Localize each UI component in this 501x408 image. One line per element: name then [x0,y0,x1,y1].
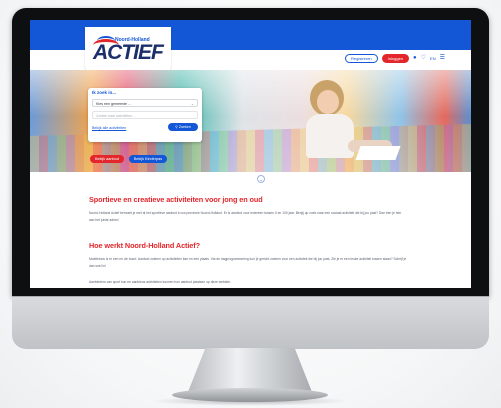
header-actions: Registreren Inloggen ● ♡ EN ☰ [344,53,445,63]
hero-girl-face [317,90,339,114]
logo-wordmark: ACTIEF [93,41,164,64]
monitor-stand-base [172,388,328,402]
login-button[interactable]: Inloggen [381,53,410,63]
section-text-how: Moeiteloos is er een rm de buurt. Aanbod… [89,257,407,268]
register-button[interactable]: Registreren [344,53,378,63]
search-button[interactable]: ⚲ Zoeken [168,123,198,131]
section-title-activities: Sportieve en creatieve activiteiten voor… [89,195,263,204]
monitor-chin [12,296,489,349]
search-title: Ik zoek in... [92,90,117,95]
language-switch[interactable]: EN [430,56,436,61]
menu-icon[interactable]: ☰ [440,55,445,61]
monitor-stand-neck [188,348,312,392]
browser-screen: Noord-Holland ACTIEF Registreren Inlogge… [30,20,471,288]
section-title-how: Hoe werkt Noord-Holland Actief? [89,241,200,250]
background: Noord-Holland ACTIEF Registreren Inlogge… [0,0,501,408]
section-text-activities: Noord-Holland Actief bemoeit je met al h… [89,211,402,222]
search-input[interactable]: Zoeken naar activiteiten... [92,111,198,119]
municipality-select[interactable]: Kies een gemeente ... ⌄ [92,99,198,107]
hero-girl-body [306,114,354,158]
all-activities-link[interactable]: Bekijk alle activiteiten [92,126,126,130]
hero-drawing-paper [355,146,401,160]
user-icon[interactable]: ● [413,55,417,61]
site-logo[interactable]: Noord-Holland ACTIEF [85,27,171,75]
heart-icon[interactable]: ♡ [421,55,426,61]
search-button-label: Zoeken [178,125,191,129]
scroll-down-icon[interactable]: ⌄ [257,175,265,183]
section-text-providers: Aanbieders van sport kun en aanbieus act… [89,280,231,284]
chevron-down-icon: ⌄ [190,102,194,106]
municipality-select-value: Kies een gemeente ... [96,102,131,106]
search-icon: ⚲ [175,125,178,129]
view-offer-button[interactable]: Bekijk aanbod [90,155,124,163]
view-kinderpas-button[interactable]: Bekijk Kinderpas [128,155,168,163]
search-panel: Ik zoek in... Kies een gemeente ... ⌄ Zo… [88,88,202,142]
hero-buttons: Bekijk aanbod Bekijk Kinderpas [90,155,168,163]
